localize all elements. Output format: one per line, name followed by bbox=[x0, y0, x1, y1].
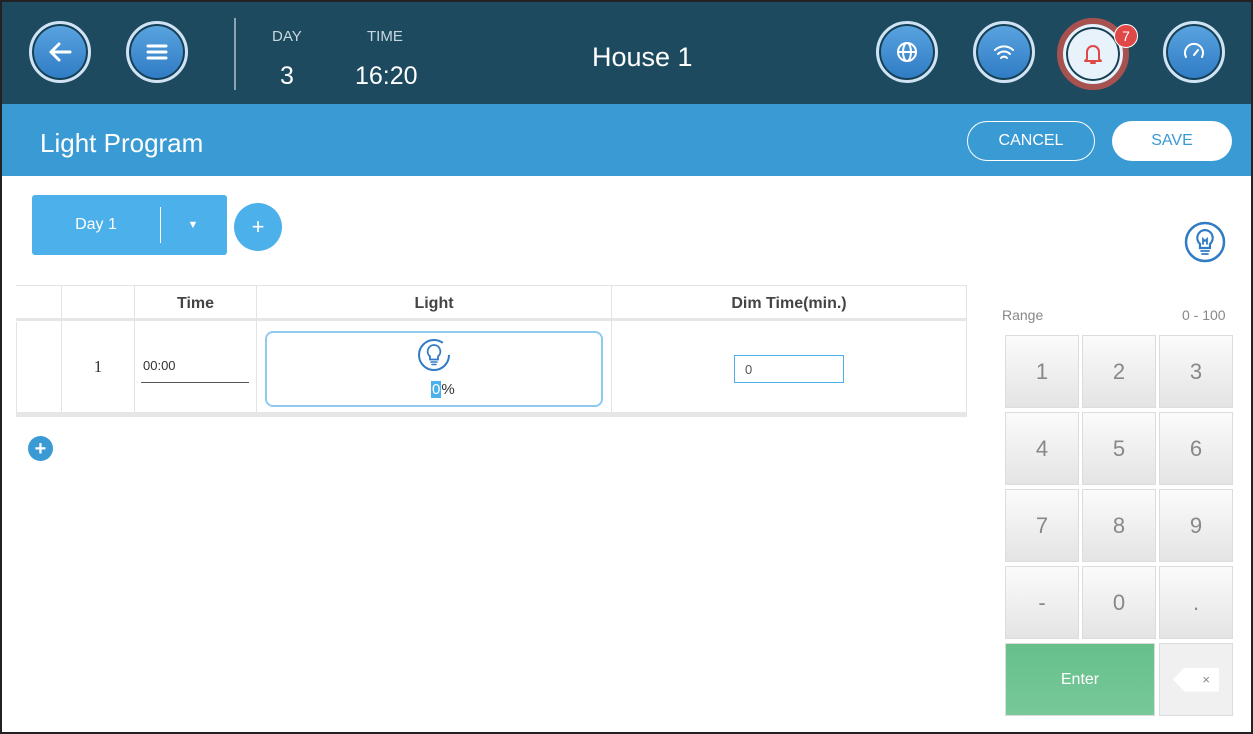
dropdown-caret-icon[interactable]: ▼ bbox=[161, 219, 225, 231]
keypad-backspace-button[interactable]: × bbox=[1159, 643, 1233, 716]
back-arrow-icon bbox=[49, 42, 72, 62]
keypad-key-4[interactable]: 4 bbox=[1005, 412, 1079, 485]
globe-icon bbox=[897, 42, 917, 62]
save-button[interactable]: SAVE bbox=[1112, 121, 1232, 161]
keypad-enter-button[interactable]: Enter bbox=[1005, 643, 1155, 716]
time-value: 16:20 bbox=[355, 62, 418, 90]
time-label: TIME bbox=[367, 28, 403, 45]
dim-time-cell: 0 bbox=[612, 322, 967, 412]
hamburger-menu-icon bbox=[146, 44, 168, 60]
time-input[interactable]: 00:00 bbox=[141, 358, 249, 383]
keypad-key-7[interactable]: 7 bbox=[1005, 489, 1079, 562]
light-bulb-icon bbox=[1184, 221, 1226, 263]
keypad-key-2[interactable]: 2 bbox=[1082, 335, 1156, 408]
keypad-key-minus[interactable]: - bbox=[1005, 566, 1079, 639]
column-header-time: Time bbox=[135, 286, 257, 322]
light-intensity-field[interactable]: 0% bbox=[265, 331, 603, 407]
table-row: 1 00:00 0% 0 bbox=[16, 322, 967, 417]
keypad-key-0[interactable]: 0 bbox=[1082, 566, 1156, 639]
table-header: Time Light Dim Time(min.) bbox=[16, 285, 967, 322]
column-header-light: Light bbox=[257, 286, 612, 322]
day-selector[interactable]: Day 1 ▼ bbox=[32, 195, 227, 255]
dashboard-button[interactable] bbox=[1163, 21, 1225, 83]
header-divider bbox=[234, 18, 236, 90]
light-bulb-icon bbox=[418, 339, 450, 371]
app-frame: DAY 3 TIME 16:20 House 1 7 Light Program… bbox=[0, 0, 1253, 734]
backspace-label: × bbox=[1202, 672, 1210, 687]
house-name: House 1 bbox=[592, 42, 693, 72]
range-value: 0 - 100 bbox=[1182, 307, 1226, 323]
time-cell: 00:00 bbox=[135, 322, 257, 412]
dim-time-input[interactable]: 0 bbox=[734, 355, 844, 383]
wifi-icon bbox=[994, 45, 1014, 59]
range-label: Range bbox=[1002, 307, 1044, 323]
title-bar: Light Program CANCEL SAVE bbox=[2, 104, 1251, 176]
network-button[interactable] bbox=[973, 21, 1035, 83]
column-header-dim-time: Dim Time(min.) bbox=[612, 286, 967, 322]
light-cell: 0% bbox=[257, 322, 612, 412]
globe-button[interactable] bbox=[876, 21, 938, 83]
day-value: 3 bbox=[280, 62, 294, 90]
cancel-button[interactable]: CANCEL bbox=[967, 121, 1095, 161]
row-index: 1 bbox=[62, 322, 135, 412]
alarm-count-badge: 7 bbox=[1114, 24, 1138, 48]
gauge-icon bbox=[1184, 42, 1204, 58]
day-selector-value: Day 1 bbox=[75, 216, 117, 233]
column-header-select bbox=[16, 286, 62, 322]
light-value: 0% bbox=[431, 381, 455, 398]
menu-button[interactable] bbox=[126, 21, 188, 83]
top-bar: DAY 3 TIME 16:20 House 1 7 bbox=[2, 2, 1251, 104]
column-header-index bbox=[62, 286, 135, 322]
backspace-icon: × bbox=[1173, 667, 1219, 692]
bell-icon bbox=[1084, 45, 1102, 64]
keypad-key-decimal[interactable]: . bbox=[1159, 566, 1233, 639]
add-day-button[interactable]: + bbox=[234, 203, 282, 251]
light-value-number: 0 bbox=[431, 381, 442, 398]
keypad-key-9[interactable]: 9 bbox=[1159, 489, 1233, 562]
keypad-key-1[interactable]: 1 bbox=[1005, 335, 1079, 408]
row-select-cell[interactable] bbox=[16, 322, 62, 412]
keypad-key-8[interactable]: 8 bbox=[1082, 489, 1156, 562]
keypad-key-3[interactable]: 3 bbox=[1159, 335, 1233, 408]
add-row-button[interactable]: + bbox=[28, 436, 53, 461]
back-button[interactable] bbox=[29, 21, 91, 83]
day-label: DAY bbox=[272, 28, 302, 45]
page-title: Light Program bbox=[40, 128, 204, 158]
keypad-key-6[interactable]: 6 bbox=[1159, 412, 1233, 485]
light-value-unit: % bbox=[441, 381, 455, 398]
keypad-key-5[interactable]: 5 bbox=[1082, 412, 1156, 485]
